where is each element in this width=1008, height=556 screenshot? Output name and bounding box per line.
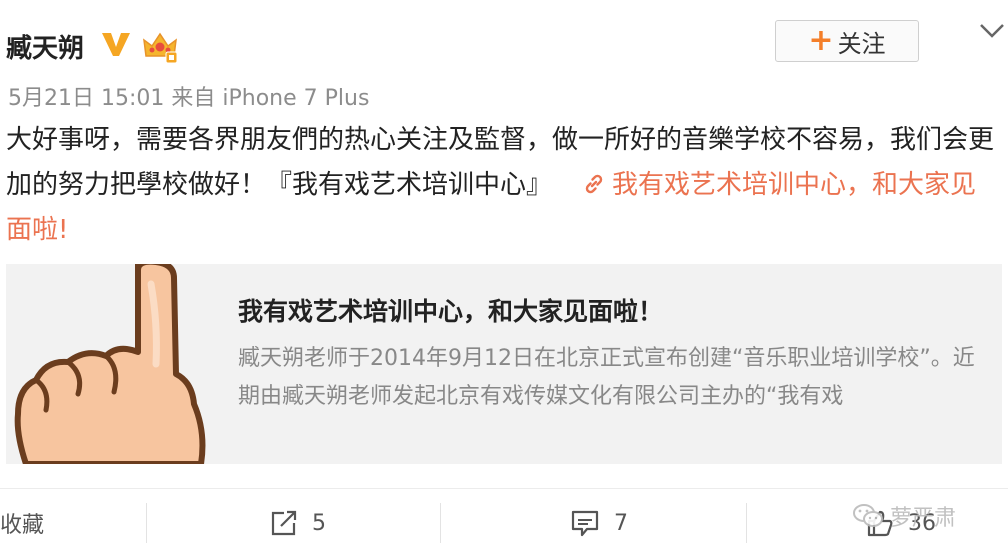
repost-button[interactable]: 5 [270, 489, 326, 556]
divider [746, 503, 747, 543]
wechat-icon [853, 504, 883, 527]
watermark: 萝严肃 [852, 496, 1002, 536]
plus-icon: + [808, 23, 834, 58]
repost-count: 5 [312, 510, 326, 536]
watermark-text: 萝严肃 [890, 506, 957, 531]
post-meta: 5月21日 15:01 来自 iPhone 7 Plus [8, 86, 370, 111]
comment-icon [571, 510, 599, 537]
chevron-down-icon[interactable] [978, 22, 1006, 40]
verified-v-icon [102, 33, 130, 56]
divider [146, 503, 147, 543]
comment-button[interactable]: 7 [570, 489, 628, 556]
comment-count: 7 [614, 510, 628, 536]
link-card[interactable]: 我有戏艺术培训中心，和大家见面啦！ 臧天朔老师于2014年9月12日在北京正式宣… [6, 264, 1002, 464]
weibo-post: 臧天朔 + 关注 5月21日 15:01 来自 iPhone 7 Plus 大好… [0, 0, 1008, 556]
favorite-label: 收藏 [0, 513, 45, 538]
follow-button[interactable]: + 关注 [775, 20, 919, 62]
post-text: 大好事呀，需要各界朋友們的热心关注及監督，做一所好的音樂学校不容易，我们会更加的… [6, 118, 996, 253]
pointing-finger-icon [6, 264, 206, 464]
crown-badge-icon [143, 32, 178, 64]
favorite-button[interactable]: 收藏 [0, 489, 146, 556]
follow-label: 关注 [837, 29, 886, 58]
link-icon [585, 174, 603, 194]
card-title: 我有戏艺术培训中心，和大家见面啦！ [238, 297, 664, 326]
card-description: 臧天朔老师于2014年9月12日在北京正式宣布创建“音乐职业培训学校”。近期由臧… [238, 346, 975, 409]
author-name[interactable]: 臧天朔 [6, 28, 84, 65]
divider [440, 503, 441, 543]
repost-icon [271, 510, 297, 536]
